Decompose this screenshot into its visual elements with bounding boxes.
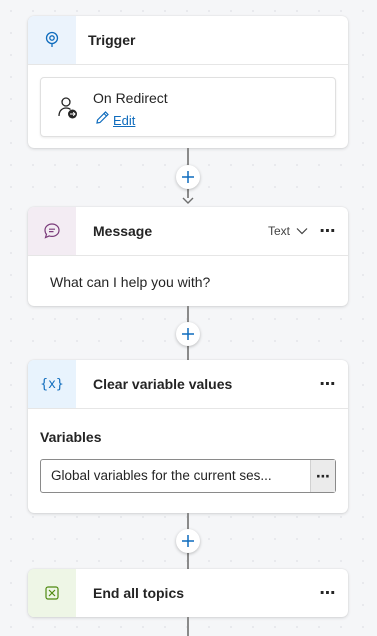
plus-icon bbox=[182, 171, 194, 183]
chevron-down-icon bbox=[296, 228, 308, 235]
message-header: Message Text ⋯ bbox=[28, 207, 348, 256]
variables-field[interactable]: Global variables for the current ses... … bbox=[40, 459, 336, 493]
message-node[interactable]: Message Text ⋯ What can I help you with? bbox=[28, 207, 348, 306]
clear-variables-node[interactable]: {x} Clear variable values ⋯ Variables Gl… bbox=[28, 360, 348, 513]
trigger-icon bbox=[28, 16, 76, 64]
arrow-down-icon bbox=[182, 197, 194, 204]
message-more-button[interactable]: ⋯ bbox=[316, 219, 340, 243]
trigger-header: Trigger bbox=[28, 16, 348, 65]
trigger-title: Trigger bbox=[88, 32, 136, 48]
trigger-node[interactable]: Trigger On Redirect Edit bbox=[28, 16, 348, 148]
variables-label: Variables bbox=[40, 429, 102, 445]
message-title: Message bbox=[93, 223, 153, 239]
end-topics-node[interactable]: End all topics ⋯ bbox=[28, 569, 348, 617]
redirect-icon bbox=[57, 96, 79, 120]
add-node-button[interactable] bbox=[176, 529, 200, 553]
plus-icon bbox=[182, 535, 194, 547]
message-type-select[interactable]: Text bbox=[268, 222, 308, 240]
message-body[interactable]: What can I help you with? bbox=[50, 274, 210, 290]
add-node-button[interactable] bbox=[176, 165, 200, 189]
clear-variables-header: {x} Clear variable values ⋯ bbox=[28, 360, 348, 409]
pencil-icon bbox=[95, 110, 110, 130]
clear-variables-title: Clear variable values bbox=[93, 376, 233, 392]
connector-line bbox=[187, 617, 189, 636]
variable-icon-glyph: {x} bbox=[40, 376, 64, 392]
message-type-label: Text bbox=[267, 224, 290, 238]
end-topics-icon bbox=[28, 569, 76, 617]
end-topics-more-button[interactable]: ⋯ bbox=[316, 581, 340, 605]
end-topics-header: End all topics ⋯ bbox=[28, 569, 348, 617]
message-icon bbox=[28, 207, 76, 255]
add-node-button[interactable] bbox=[176, 322, 200, 346]
edit-link[interactable]: Edit bbox=[95, 110, 135, 130]
edit-link-label: Edit bbox=[113, 112, 136, 128]
variable-icon: {x} bbox=[28, 360, 76, 408]
plus-icon bbox=[182, 328, 194, 340]
variables-field-value: Global variables for the current ses... bbox=[51, 468, 272, 483]
trigger-event-label: On Redirect bbox=[93, 90, 168, 106]
clear-variables-more-button[interactable]: ⋯ bbox=[316, 372, 340, 396]
trigger-event-box[interactable]: On Redirect Edit bbox=[40, 77, 336, 137]
end-topics-title: End all topics bbox=[93, 585, 185, 601]
variables-field-more-button[interactable]: ⋯ bbox=[310, 460, 335, 492]
